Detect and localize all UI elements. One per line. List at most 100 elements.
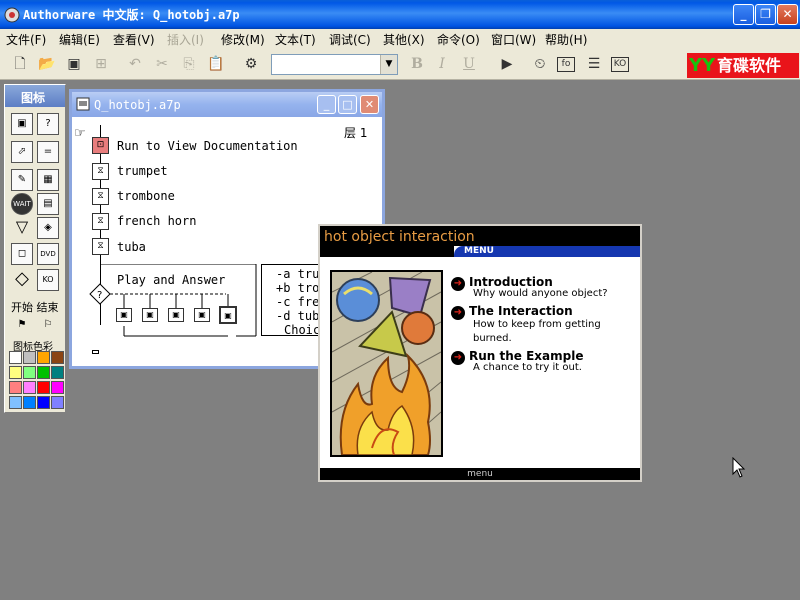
italic-button[interactable]: I (432, 54, 452, 74)
palette-title[interactable]: 图标 (5, 85, 65, 107)
response-icon-b[interactable]: ▣ (142, 308, 158, 322)
functions-icon[interactable]: fo (557, 57, 575, 72)
cut-icon[interactable]: ✂ (152, 54, 172, 74)
paste-hand-icon[interactable]: ☞ (74, 126, 86, 141)
undo-icon[interactable]: ↶ (125, 54, 145, 74)
sound-icon[interactable]: ◈ (37, 217, 59, 239)
color-swatch[interactable] (23, 351, 36, 364)
movie-icon[interactable]: ▤ (37, 193, 59, 215)
save-all-icon[interactable]: ▣ (64, 54, 84, 74)
knowledge-object-icon[interactable]: KO (37, 269, 59, 291)
menu-tab[interactable]: MENU (454, 246, 640, 257)
color-swatch[interactable] (37, 351, 50, 364)
paste-icon[interactable]: 📋 (206, 54, 226, 74)
framework-icon[interactable]: ✎ (11, 169, 33, 191)
presentation-footer[interactable]: menu (320, 468, 640, 480)
color-swatch[interactable] (37, 396, 50, 409)
calculation-icon[interactable]: = (37, 141, 59, 163)
response-a[interactable]: -a tru (276, 267, 319, 281)
bold-button[interactable]: B (407, 54, 427, 74)
knowledge-objects-icon[interactable]: KO (611, 57, 629, 72)
flowline-window-title: Q_hotobj.a7p (94, 98, 181, 112)
flow-icon-trumpet[interactable]: ⧖ (92, 163, 109, 180)
menu-help[interactable]: 帮助(H) (545, 31, 587, 48)
import-icon[interactable]: ⊞ (91, 54, 111, 74)
menu-item-subtitle-2: burned. (473, 333, 512, 344)
motion-icon[interactable]: ? (37, 113, 59, 135)
navigate-icon[interactable]: ▦ (37, 169, 59, 191)
color-swatch[interactable] (9, 351, 22, 364)
maximize-button[interactable]: ❐ (755, 4, 776, 25)
menu-bar: 文件(F) 编辑(E) 查看(V) 插入(I) 修改(M) 文本(T) 调试(C… (0, 29, 800, 49)
new-file-icon[interactable]: 🗋 (10, 54, 30, 74)
response-icon-a[interactable]: ▣ (116, 308, 132, 322)
menu-text[interactable]: 文本(T) (275, 31, 316, 48)
decision-icon[interactable]: ▽ (11, 217, 33, 239)
erase-icon[interactable]: ⬀ (11, 141, 33, 163)
minimize-button[interactable]: _ (733, 4, 754, 25)
flowline-close-button[interactable]: ✕ (360, 95, 379, 114)
presentation-header: hot object interaction (320, 226, 640, 246)
chevron-down-icon[interactable]: ▼ (380, 55, 397, 74)
start-flag-icon[interactable]: ⚑ (11, 315, 33, 337)
interaction-icon[interactable]: ◇ (11, 269, 33, 291)
font-combo-box[interactable]: ▼ (271, 54, 398, 75)
underline-button[interactable]: U (459, 54, 479, 74)
hot-objects-illustration (330, 270, 443, 457)
color-swatch[interactable] (51, 351, 64, 364)
color-swatch[interactable] (23, 366, 36, 379)
color-swatch[interactable] (9, 381, 22, 394)
flowline-title-bar[interactable]: Q_hotobj.a7p _ □ ✕ (72, 92, 382, 117)
response-c[interactable]: -c fre (276, 295, 319, 309)
flowline-minimize-button[interactable]: _ (317, 95, 336, 114)
color-swatch[interactable] (23, 381, 36, 394)
response-icon-d[interactable]: ▣ (194, 308, 210, 322)
color-swatch[interactable] (51, 366, 64, 379)
color-swatch[interactable] (37, 381, 50, 394)
flow-label-trumpet: trumpet (117, 164, 168, 178)
map-icon[interactable]: ◻ (11, 243, 33, 265)
video-icon[interactable]: DVD (37, 243, 59, 265)
menu-edit[interactable]: 编辑(E) (59, 31, 100, 48)
response-icon-choice[interactable]: ▣ (219, 306, 237, 324)
response-b[interactable]: +b tro (276, 281, 319, 295)
menu-command[interactable]: 命令(O) (437, 31, 480, 48)
response-d[interactable]: -d tub (276, 309, 319, 323)
window-title: Authorware 中文版: Q_hotobj.a7p (23, 8, 240, 22)
flow-icon-tuba[interactable]: ⧖ (92, 238, 109, 255)
end-flag-label: 结束 (36, 301, 59, 314)
menu-modify[interactable]: 修改(M) (221, 31, 265, 48)
color-swatch[interactable] (23, 396, 36, 409)
wait-icon[interactable]: WAIT (11, 193, 33, 215)
menu-other[interactable]: 其他(X) (383, 31, 425, 48)
flowline-maximize-button[interactable]: □ (338, 95, 357, 114)
title-bar[interactable]: Authorware 中文版: Q_hotobj.a7p _ ❐ ✕ (0, 0, 800, 29)
flow-icon-french-horn[interactable]: ⧖ (92, 213, 109, 230)
layer-label: 层 1 (344, 126, 368, 140)
menu-debug[interactable]: 调试(C) (329, 31, 371, 48)
color-swatch[interactable] (51, 381, 64, 394)
close-button[interactable]: ✕ (777, 4, 798, 25)
response-icon-c[interactable]: ▣ (168, 308, 184, 322)
color-swatch[interactable] (9, 396, 22, 409)
menu-insert[interactable]: 插入(I) (167, 31, 204, 48)
menu-window[interactable]: 窗口(W) (491, 31, 536, 48)
color-swatch[interactable] (51, 396, 64, 409)
color-swatch[interactable] (37, 366, 50, 379)
color-swatch[interactable] (9, 366, 22, 379)
response-choice[interactable]: Choic (284, 323, 320, 335)
display-icon[interactable]: ▣ (11, 113, 33, 135)
copy-icon[interactable]: ⎘ (179, 54, 199, 74)
variables-icon[interactable]: ☰ (584, 54, 604, 74)
flow-label-run-doc: Run to View Documentation (117, 139, 298, 153)
menu-file[interactable]: 文件(F) (6, 31, 46, 48)
flow-icon-trombone[interactable]: ⧖ (92, 188, 109, 205)
flow-icon-run-doc[interactable]: ⊡ (92, 137, 109, 154)
presentation-window: hot object interaction MENU ➜ Introducti… (318, 224, 642, 482)
menu-view[interactable]: 查看(V) (113, 31, 155, 48)
control-panel-icon[interactable]: ⏲ (530, 54, 550, 74)
open-file-icon[interactable]: 📂 (37, 54, 57, 74)
end-flag-icon[interactable]: ⚐ (37, 315, 59, 337)
find-icon[interactable]: ⚙ (241, 54, 261, 74)
restart-icon[interactable]: ▶ (497, 54, 517, 74)
